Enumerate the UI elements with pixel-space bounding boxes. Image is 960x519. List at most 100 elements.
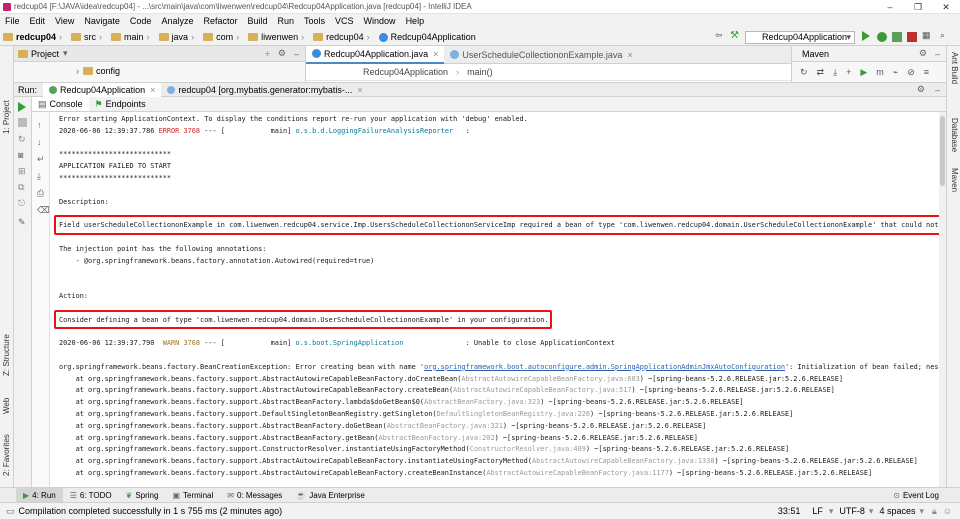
run-icon[interactable] [862, 31, 870, 41]
tool-tab-event-log[interactable]: ⊙ Event Log [886, 488, 946, 502]
exit-icon[interactable]: ⎋ [18, 198, 25, 209]
tab-endpoints[interactable]: ⚑ Endpoints [89, 97, 152, 111]
project-panel-title[interactable]: Project [31, 49, 59, 59]
menu-vcs[interactable]: VCS [330, 14, 359, 28]
tab-redcup04application[interactable]: Redcup04Application.java × [306, 45, 445, 64]
console-link[interactable]: org.springframework.boot.autoconfigure.a… [424, 363, 785, 371]
rerun-icon[interactable] [18, 102, 26, 112]
tree-item-config[interactable]: › config [14, 62, 305, 80]
reload-icon[interactable]: ↻ [800, 67, 808, 78]
soft-wrap-icon[interactable]: ↵ [37, 154, 45, 165]
build-hammer-icon[interactable]: ⚒ [730, 30, 740, 41]
web-tool-tab[interactable]: Web [2, 398, 11, 414]
database-tool-tab[interactable]: Database [950, 118, 959, 152]
console-text[interactable]: DefaultSingletonBeanRegistry.java:226 [437, 410, 591, 418]
editor-crumb-method[interactable]: main() [467, 67, 493, 77]
arrow-up-icon[interactable]: ↑ [37, 120, 42, 130]
console-text[interactable]: AbstractBeanFactory.java:321 [387, 422, 503, 430]
close-icon[interactable]: × [357, 85, 362, 95]
tool-tab-messages[interactable]: ✉ 0: Messages [220, 488, 289, 502]
editor-crumb-class[interactable]: Redcup04Application [363, 67, 448, 77]
download-icon[interactable]: ⤓ [833, 67, 837, 78]
back-icon[interactable]: ⇦ [715, 30, 725, 40]
debug-icon[interactable] [877, 32, 887, 42]
ant-build-tool-tab[interactable]: Ant Build [950, 52, 959, 84]
crumb-redcup04[interactable]: redcup04 › [310, 28, 376, 46]
caret-position[interactable]: 33:51 [778, 506, 801, 516]
file-encoding[interactable]: UTF-8 [839, 506, 865, 516]
menu-help[interactable]: Help [401, 14, 430, 28]
close-icon[interactable]: × [433, 49, 438, 59]
run-tab-app[interactable]: Redcup04Application × [43, 82, 162, 97]
crumb-src[interactable]: src › [68, 28, 108, 46]
tab-console[interactable]: ▤ Console [32, 97, 89, 111]
chevron-down-icon[interactable]: ▾ [63, 48, 68, 59]
coverage-icon[interactable] [892, 32, 902, 42]
menu-window[interactable]: Window [359, 14, 401, 28]
hide-icon[interactable]: – [294, 49, 299, 59]
crumb-class[interactable]: Redcup04Application [376, 28, 479, 46]
menu-refactor[interactable]: Refactor [198, 14, 242, 28]
menu-code[interactable]: Code [125, 14, 157, 28]
skip-tests-icon[interactable]: ⊘ [907, 67, 915, 78]
lock-icon[interactable]: 🔒︎ [932, 506, 937, 517]
console-text[interactable]: AbstractAutowireCapableBeanFactory.java:… [453, 386, 631, 394]
status-toggle-icon[interactable]: ▭ [6, 506, 15, 517]
close-button[interactable]: ✕ [932, 0, 960, 14]
stop-icon[interactable] [907, 32, 917, 42]
pin-icon[interactable]: ✎ [18, 217, 26, 228]
crumb-main[interactable]: main › [108, 28, 156, 46]
collapse-all-icon[interactable]: ÷ [265, 49, 270, 59]
menu-tools[interactable]: Tools [299, 14, 330, 28]
line-separator[interactable]: LF [812, 506, 823, 516]
tool-tab-terminal[interactable]: ▣ Terminal [165, 488, 220, 502]
minimize-button[interactable]: – [876, 0, 904, 14]
structure-tool-tab[interactable]: Z: Structure [2, 334, 11, 376]
maximize-button[interactable]: ❐ [904, 0, 932, 14]
camera-icon[interactable]: ◙ [18, 150, 23, 160]
menu-file[interactable]: File [0, 14, 25, 28]
console-text[interactable]: AbstractAutowireCapableBeanFactory.java:… [486, 469, 669, 477]
console-scrollbar[interactable] [939, 112, 946, 487]
close-icon[interactable]: × [150, 85, 155, 95]
menu-edit[interactable]: Edit [25, 14, 51, 28]
menu-analyze[interactable]: Analyze [156, 14, 198, 28]
console-text[interactable]: AbstractBeanFactory.java:323 [424, 398, 540, 406]
pin-tab-icon[interactable]: ⊞ [18, 166, 26, 177]
project-tool-tab[interactable]: 1: Project [2, 100, 11, 134]
collapse-icon[interactable]: ≡ [924, 67, 929, 77]
crumb-java[interactable]: java › [156, 28, 201, 46]
menu-run[interactable]: Run [273, 14, 300, 28]
close-icon[interactable]: × [627, 50, 632, 60]
gear-icon[interactable]: ⚙ [919, 48, 927, 59]
arrow-down-icon[interactable]: ↓ [37, 137, 42, 147]
gear-icon[interactable]: ⚙ [917, 84, 925, 95]
lifecycle-icon[interactable]: m [876, 67, 884, 77]
run-icon[interactable]: ▶ [860, 67, 867, 78]
console-output[interactable]: Error starting ApplicationContext. To di… [50, 112, 946, 487]
menu-build[interactable]: Build [242, 14, 272, 28]
inspector-icon[interactable]: ☺ [943, 506, 952, 516]
hide-icon[interactable]: – [935, 85, 940, 95]
favorites-tool-tab[interactable]: 2: Favorites [2, 434, 11, 476]
tool-tab-java-enterprise[interactable]: ☕ Java Enterprise [289, 488, 372, 502]
tab-userschedulecollectiononexample[interactable]: UserScheduleCollectiononExample.java × [444, 46, 638, 64]
maven-tool-tab[interactable]: Maven [950, 168, 959, 192]
tool-tab-run[interactable]: ▶ 4: Run [16, 488, 63, 502]
chevron-right-icon[interactable]: › [76, 66, 79, 76]
status-message[interactable]: Compilation completed successfully in 1 … [19, 506, 283, 516]
crumb-com[interactable]: com › [200, 28, 245, 46]
console-text[interactable]: AbstractAutowireCapableBeanFactory.java:… [532, 457, 715, 465]
console-text[interactable]: AbstractAutowireCapableBeanFactory.java:… [461, 375, 639, 383]
clear-icon[interactable]: ⌫ [37, 205, 50, 216]
indent-setting[interactable]: 4 spaces [879, 506, 915, 516]
project-structure-icon[interactable]: ▦ [922, 30, 932, 40]
scroll-to-end-icon[interactable]: ⤓ [37, 171, 41, 182]
hide-icon[interactable]: – [935, 49, 940, 59]
add-icon[interactable]: + [846, 67, 851, 77]
scrollbar-thumb[interactable] [940, 116, 945, 186]
crumb-project[interactable]: redcup04 › [0, 28, 68, 46]
restart-icon[interactable]: ↻ [18, 134, 26, 145]
generate-sources-icon[interactable]: ⇄ [817, 67, 825, 78]
toggle-offline-icon[interactable]: ⌁ [893, 67, 898, 78]
